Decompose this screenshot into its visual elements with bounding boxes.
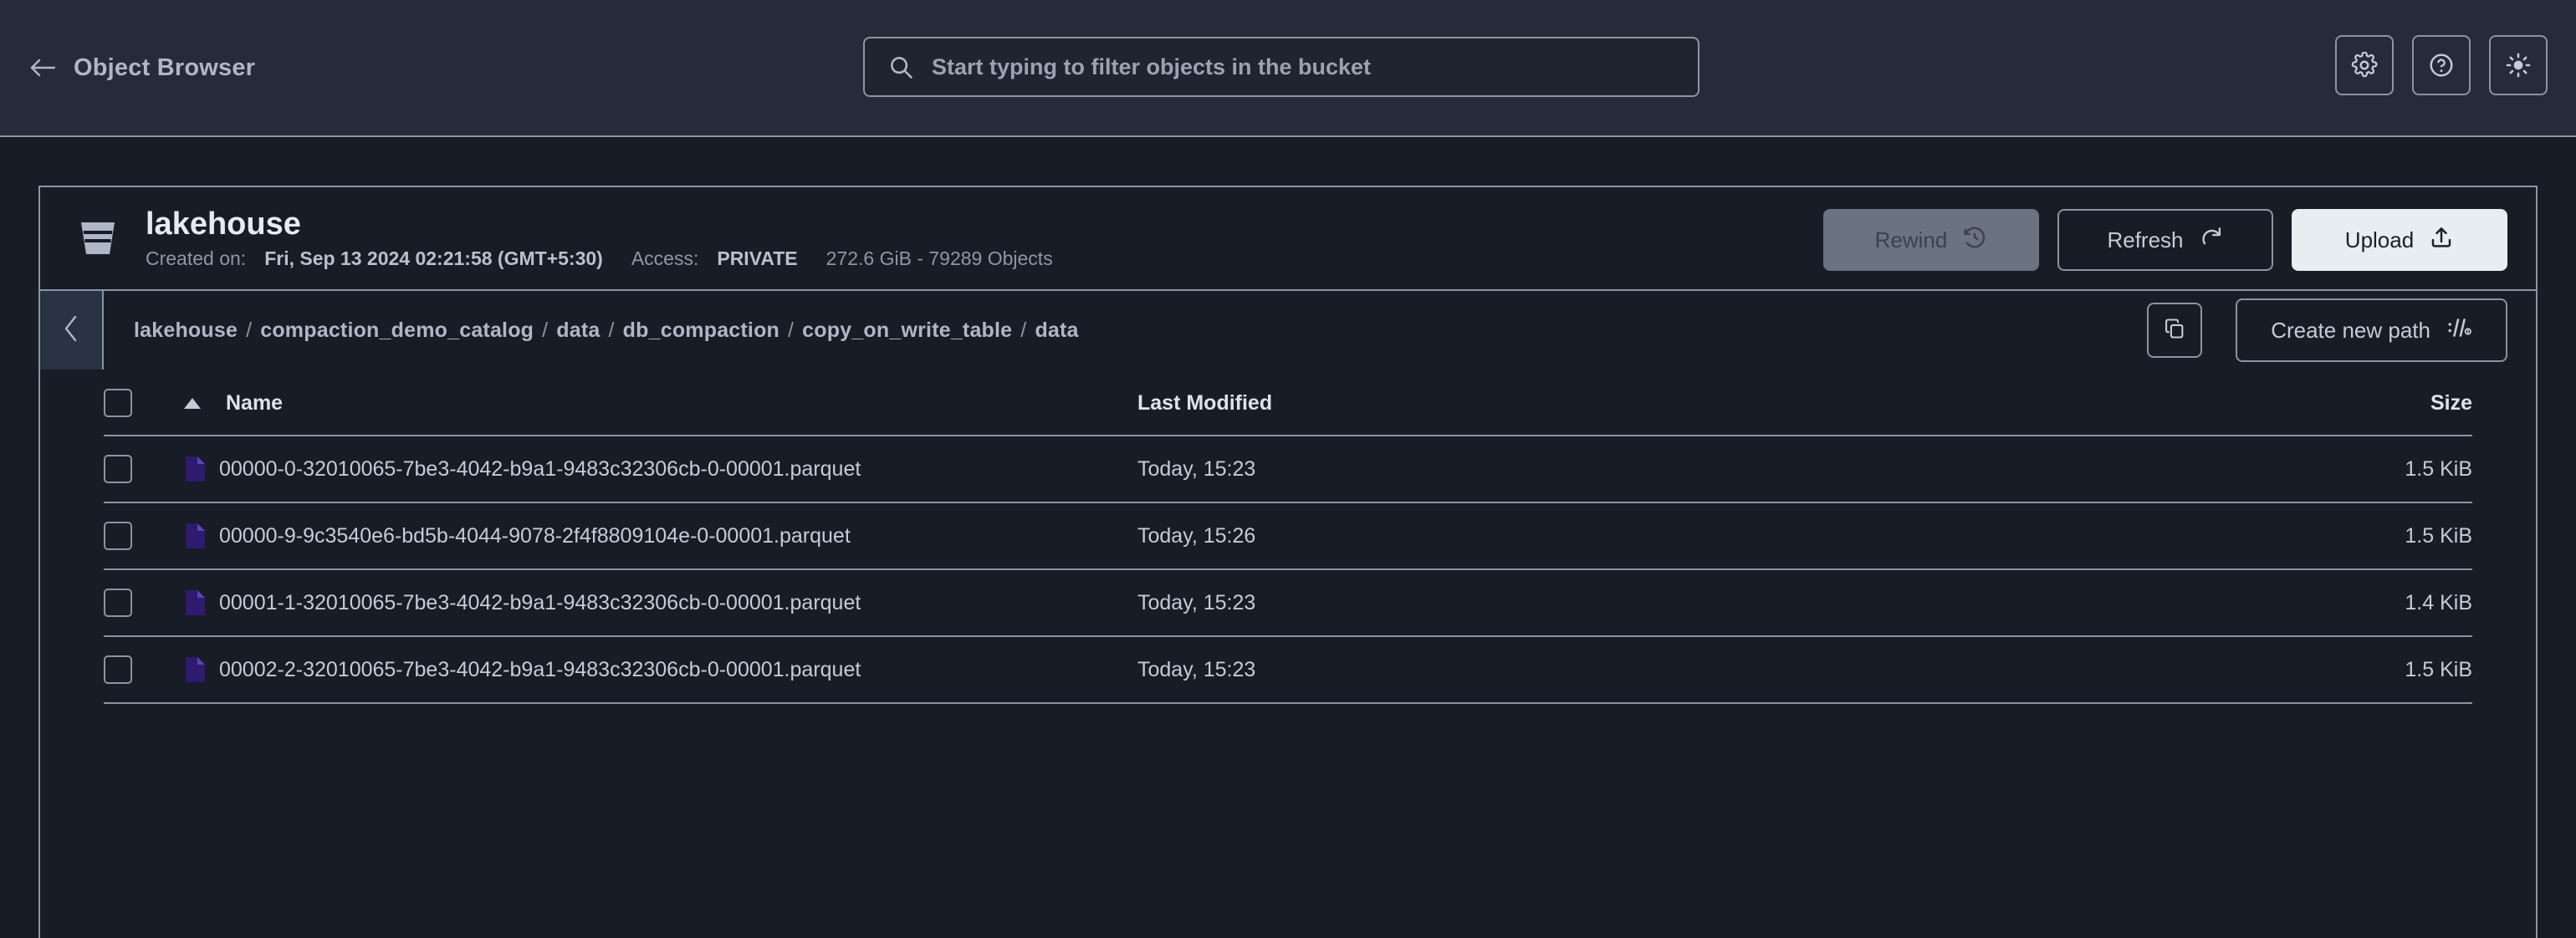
theme-toggle-button[interactable] <box>2489 35 2548 95</box>
refresh-icon <box>2199 225 2224 256</box>
search-bar[interactable] <box>863 37 1699 97</box>
select-all-checkbox[interactable] <box>104 389 132 417</box>
row-last-modified: Today, 15:23 <box>1137 456 1256 481</box>
row-name: 00002-2-32010065-7be3-4042-b9a1-9483c323… <box>219 657 861 681</box>
breadcrumb-item-3[interactable]: db_compaction <box>623 319 779 343</box>
breadcrumb-separator: / <box>542 318 549 342</box>
created-value: Fri, Sep 13 2024 02:21:58 (GMT+5:30) <box>264 247 603 270</box>
table-row[interactable]: 00002-2-32010065-7be3-4042-b9a1-9483c323… <box>104 637 2472 704</box>
row-select-cell <box>104 655 184 684</box>
create-path-label: Create new path <box>2271 317 2430 343</box>
table-row[interactable]: 00000-9-9c3540e6-bd5b-4044-9078-2f4f8809… <box>104 503 2472 570</box>
upload-icon <box>2429 225 2454 256</box>
created-label: Created on: <box>146 247 247 270</box>
bucket-header: lakehouse Created on: Fri, Sep 13 2024 0… <box>40 187 2536 291</box>
breadcrumb-item-4[interactable]: copy_on_write_table <box>802 319 1012 343</box>
bucket-meta: lakehouse Created on: Fri, Sep 13 2024 0… <box>146 206 1053 271</box>
breadcrumb-bar: lakehouse / compaction_demo_catalog / da… <box>40 291 2536 371</box>
parquet-file-icon <box>184 523 206 549</box>
refresh-label: Refresh <box>2107 227 2184 252</box>
breadcrumb-separator: / <box>1020 318 1027 342</box>
breadcrumb: lakehouse / compaction_demo_catalog / da… <box>104 291 2147 370</box>
bucket-icon <box>74 212 122 265</box>
row-last-modified: Today, 15:23 <box>1137 657 1256 681</box>
top-header-bar: Object Browser <box>0 0 2576 137</box>
row-size: 1.5 KiB <box>2405 657 2472 681</box>
header-actions <box>2335 35 2548 95</box>
row-select-cell <box>104 589 184 617</box>
object-browser-panel: lakehouse Created on: Fri, Sep 13 2024 0… <box>38 186 2538 938</box>
column-header-name-label: Name <box>226 390 284 415</box>
table-header-row: Name Last Modified Size <box>104 371 2472 436</box>
row-name: 00000-9-9c3540e6-bd5b-4044-9078-2f4f8809… <box>219 523 851 548</box>
upload-label: Upload <box>2344 227 2415 252</box>
parquet-file-icon <box>184 656 206 683</box>
row-size: 1.5 KiB <box>2405 456 2472 481</box>
row-name-cell: 00000-9-9c3540e6-bd5b-4044-9078-2f4f8809… <box>184 523 1137 549</box>
access-label: Access: <box>631 247 699 270</box>
breadcrumb-item-5[interactable]: data <box>1035 319 1078 343</box>
row-name: 00000-0-32010065-7be3-4042-b9a1-9483c323… <box>219 456 861 481</box>
parquet-file-icon <box>184 589 206 616</box>
breadcrumb-separator: / <box>788 318 795 342</box>
page-title: Object Browser <box>74 54 256 81</box>
breadcrumb-separator: / <box>608 318 615 342</box>
copy-path-button[interactable] <box>2147 303 2203 358</box>
row-checkbox[interactable] <box>104 455 132 483</box>
chevron-left-icon <box>60 314 82 347</box>
settings-button[interactable] <box>2335 35 2394 95</box>
breadcrumb-item-0[interactable]: lakehouse <box>134 319 238 343</box>
table-row[interactable]: 00000-0-32010065-7be3-4042-b9a1-9483c323… <box>104 436 2472 503</box>
bucket-stats: 272.6 GiB - 79289 Objects <box>825 247 1053 270</box>
breadcrumb-item-2[interactable]: data <box>556 319 600 343</box>
bucket-name: lakehouse <box>146 206 301 242</box>
upload-button[interactable]: Upload <box>2292 209 2507 271</box>
rewind-clock-icon <box>1962 225 1987 256</box>
row-size: 1.5 KiB <box>2405 523 2472 548</box>
row-name: 00001-1-32010065-7be3-4042-b9a1-9483c323… <box>219 590 861 614</box>
row-checkbox[interactable] <box>104 655 132 684</box>
object-table: Name Last Modified Size 00000-0-32010065… <box>40 371 2536 704</box>
row-checkbox[interactable] <box>104 522 132 550</box>
column-header-last-modified[interactable]: Last Modified <box>1137 391 2221 415</box>
row-select-cell <box>104 455 184 483</box>
row-name-cell: 00000-0-32010065-7be3-4042-b9a1-9483c323… <box>184 456 1137 482</box>
row-last-modified: Today, 15:23 <box>1137 590 1256 614</box>
triangle-up-icon <box>184 397 201 409</box>
parquet-file-icon <box>184 456 206 482</box>
column-header-last-modified-label: Last Modified <box>1137 390 1273 415</box>
breadcrumb-item-1[interactable]: compaction_demo_catalog <box>260 319 534 343</box>
row-last-modified: Today, 15:26 <box>1137 523 1256 548</box>
select-all-cell <box>104 389 184 417</box>
refresh-button[interactable]: Refresh <box>2057 209 2273 271</box>
arrow-left-icon[interactable] <box>28 54 57 82</box>
path-icon <box>2447 317 2472 344</box>
bucket-subinfo: Created on: Fri, Sep 13 2024 02:21:58 (G… <box>146 247 1053 270</box>
access-value: PRIVATE <box>717 247 798 270</box>
row-name-cell: 00002-2-32010065-7be3-4042-b9a1-9483c323… <box>184 656 1137 683</box>
search-icon <box>888 54 913 79</box>
search-input[interactable] <box>932 54 1674 80</box>
back-navigation[interactable]: Object Browser <box>28 54 255 82</box>
breadcrumb-back-button[interactable] <box>40 291 104 370</box>
help-button[interactable] <box>2412 35 2471 95</box>
row-checkbox[interactable] <box>104 589 132 617</box>
bucket-actions: Rewind Refresh Upload <box>1823 209 2507 271</box>
create-new-path-button[interactable]: Create new path <box>2236 298 2507 362</box>
breadcrumb-separator: / <box>246 318 253 342</box>
table-row[interactable]: 00001-1-32010065-7be3-4042-b9a1-9483c323… <box>104 570 2472 637</box>
rewind-button[interactable]: Rewind <box>1823 209 2039 271</box>
copy-icon <box>2163 317 2186 344</box>
row-name-cell: 00001-1-32010065-7be3-4042-b9a1-9483c323… <box>184 589 1137 616</box>
column-header-name[interactable]: Name <box>184 391 1137 415</box>
row-select-cell <box>104 522 184 550</box>
row-size: 1.4 KiB <box>2405 590 2472 614</box>
column-header-size-label: Size <box>2430 390 2472 415</box>
column-header-size[interactable]: Size <box>2221 391 2472 415</box>
rewind-label: Rewind <box>1874 227 1948 252</box>
